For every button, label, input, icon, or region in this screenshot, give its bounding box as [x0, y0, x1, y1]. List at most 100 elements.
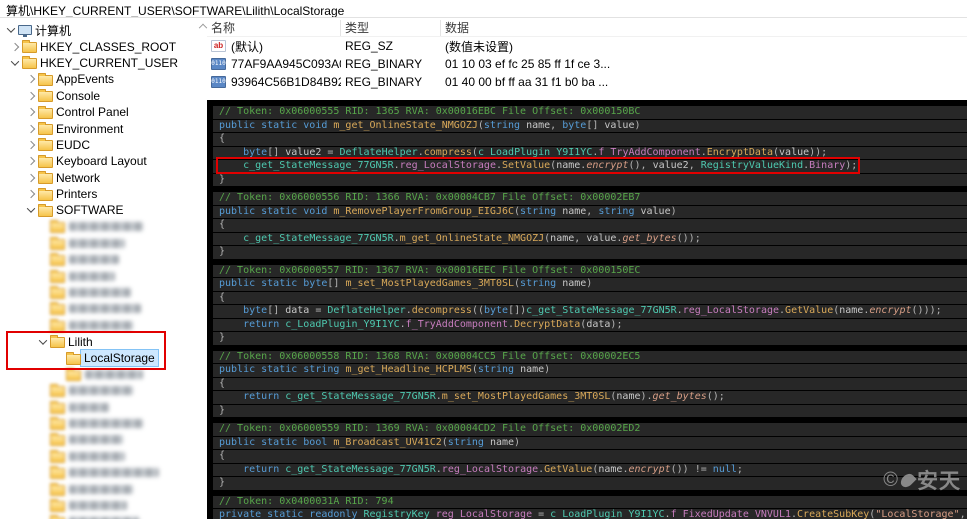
- folder-icon: [50, 318, 65, 332]
- expand-chevron-icon[interactable]: [8, 44, 22, 50]
- value-type: REG_SZ: [345, 39, 394, 53]
- tree-item-redacted[interactable]: [0, 465, 206, 481]
- column-header-name[interactable]: 名称: [207, 20, 341, 36]
- expand-chevron-icon: [36, 323, 50, 328]
- tree-item-appevents[interactable]: AppEvents: [0, 71, 206, 87]
- expand-chevron-icon[interactable]: [24, 207, 38, 213]
- code-block: // Token: 0x06000558 RID: 1368 RVA: 0x00…: [213, 350, 967, 417]
- code-line: // Token: 0x0400031A RID: 794: [213, 495, 967, 508]
- tree-item-hkey-current-user[interactable]: HKEY_CURRENT_USER: [0, 55, 206, 71]
- tree-item-redacted[interactable]: [0, 432, 206, 448]
- expand-chevron-icon: [52, 356, 66, 361]
- folder-icon: [38, 138, 53, 152]
- folder-icon: [50, 269, 65, 283]
- tree-item-redacted[interactable]: [0, 251, 206, 267]
- expand-chevron-icon[interactable]: [24, 191, 38, 197]
- value-row[interactable]: ab (默认) REG_SZ (数值未设置): [207, 37, 967, 55]
- code-line: public static bool m_Broadcast_UV41C2(st…: [213, 436, 967, 449]
- code-line: public static void m_RemovePlayerFromGro…: [213, 205, 967, 218]
- tree-item-redacted[interactable]: [0, 399, 206, 415]
- code-line: c_get_StateMessage_77GN5R.reg_LocalStora…: [213, 157, 967, 174]
- expand-chevron-icon[interactable]: [24, 175, 38, 181]
- tree-item-redacted[interactable]: [0, 317, 206, 333]
- value-name-cell: 0110 77AF9AA945C093A044B...: [207, 57, 341, 71]
- tree-item-redacted[interactable]: [0, 301, 206, 317]
- folder-icon: [66, 351, 81, 365]
- expand-chevron-icon[interactable]: [8, 60, 22, 66]
- expand-chevron-icon[interactable]: [36, 339, 50, 345]
- tree-item-redacted[interactable]: [0, 415, 206, 431]
- expand-chevron-icon[interactable]: [24, 126, 38, 132]
- column-header-type[interactable]: 类型: [341, 20, 441, 36]
- tree-item-hkey-classes-root[interactable]: HKEY_CLASSES_ROOT: [0, 38, 206, 54]
- expand-chevron-icon[interactable]: [4, 27, 18, 33]
- code-block: // Token: 0x06000555 RID: 1365 RVA: 0x00…: [213, 106, 967, 186]
- tree-item-control-panel[interactable]: Control Panel: [0, 104, 206, 120]
- tree-item-label: SOFTWARE: [56, 203, 124, 218]
- expand-chevron-icon[interactable]: [24, 158, 38, 164]
- tree-item-eudc[interactable]: EUDC: [0, 137, 206, 153]
- folder-icon: [50, 253, 65, 267]
- expand-chevron-icon: [36, 437, 50, 442]
- tree-item-console[interactable]: Console: [0, 88, 206, 104]
- code-line: c_get_StateMessage_77GN5R.m_get_OnlineSt…: [213, 232, 967, 245]
- tree-item-lilith[interactable]: Lilith: [0, 333, 206, 349]
- value-name-cell: 0110 93964C56B1D84B92E1E...: [207, 75, 341, 89]
- code-line: // Token: 0x06000557 RID: 1367 RVA: 0x00…: [213, 264, 967, 277]
- tree-item-label: Network: [56, 170, 101, 185]
- tree-item-redacted[interactable]: [0, 481, 206, 497]
- folder-icon: [50, 449, 65, 463]
- folder-icon: [50, 236, 65, 250]
- code-red-highlight-box: c_get_StateMessage_77GN5R.reg_LocalStora…: [215, 157, 861, 174]
- folder-icon: [50, 433, 65, 447]
- tree-item-redacted[interactable]: [0, 514, 206, 519]
- tree-item-redacted[interactable]: [0, 448, 206, 464]
- code-line: {: [213, 291, 967, 304]
- folder-icon: [50, 499, 65, 513]
- folder-icon: [38, 105, 53, 119]
- tree-item-network[interactable]: Network: [0, 170, 206, 186]
- folder-icon: [50, 285, 65, 299]
- value-row[interactable]: 0110 77AF9AA945C093A044B... REG_BINARY 01 1…: [207, 55, 967, 73]
- tree-item-redacted[interactable]: [0, 219, 206, 235]
- code-line: return c_get_StateMessage_77GN5R.reg_Loc…: [213, 463, 967, 476]
- tree-item-redacted[interactable]: [0, 383, 206, 399]
- expand-chevron-icon[interactable]: [24, 109, 38, 115]
- value-name: 77AF9AA945C093A044B...: [231, 57, 341, 71]
- expand-chevron-icon[interactable]: [24, 93, 38, 99]
- code-line: {: [213, 219, 967, 232]
- tree-item-localstorage[interactable]: LocalStorage: [0, 349, 206, 367]
- value-data: 01 40 00 bf ff aa 31 f1 b0 ba ...: [445, 75, 609, 89]
- value-row[interactable]: 0110 93964C56B1D84B92E1E... REG_BINARY 01 4…: [207, 73, 967, 91]
- code-line: public static string m_get_Headline_HCPL…: [213, 364, 967, 377]
- redacted-label: [69, 435, 123, 445]
- code-line: public static void m_get_OnlineState_NMG…: [213, 119, 967, 132]
- tree-item-redacted[interactable]: [0, 268, 206, 284]
- expand-chevron-icon[interactable]: [24, 76, 38, 82]
- code-line: {: [213, 377, 967, 390]
- tree-item-software[interactable]: SOFTWARE: [0, 202, 206, 218]
- expand-chevron-icon[interactable]: [24, 142, 38, 148]
- expand-chevron-icon: [36, 224, 50, 229]
- tree-item-label: Console: [56, 88, 101, 103]
- tree-item-environment[interactable]: Environment: [0, 120, 206, 136]
- code-line: {: [213, 133, 967, 146]
- redacted-label: [69, 468, 159, 478]
- code-block: // Token: 0x06000559 RID: 1369 RVA: 0x00…: [213, 423, 967, 490]
- values-list: ab (默认) REG_SZ (数值未设置) 0110 77AF9AA945C093A04…: [207, 37, 967, 91]
- tree-item-redacted[interactable]: [0, 284, 206, 300]
- tree-item-redacted[interactable]: [0, 235, 206, 251]
- tree-item-redacted[interactable]: [0, 366, 206, 382]
- code-line: }: [213, 477, 967, 490]
- tree-item-redacted[interactable]: [0, 497, 206, 513]
- scroll-up-arrow-icon[interactable]: [197, 22, 209, 32]
- tree-item-printers[interactable]: Printers: [0, 186, 206, 202]
- folder-icon: [38, 154, 53, 168]
- code-line: }: [213, 404, 967, 417]
- tree-item-keyboard-layout[interactable]: Keyboard Layout: [0, 153, 206, 169]
- tree-item-计算机[interactable]: 计算机: [0, 22, 206, 38]
- column-header-data[interactable]: 数据: [441, 20, 967, 36]
- folder-icon: [50, 335, 65, 349]
- expand-chevron-icon: [36, 306, 50, 311]
- registry-address-bar[interactable]: 算机\HKEY_CURRENT_USER\SOFTWARE\Lilith\Loc…: [0, 0, 967, 18]
